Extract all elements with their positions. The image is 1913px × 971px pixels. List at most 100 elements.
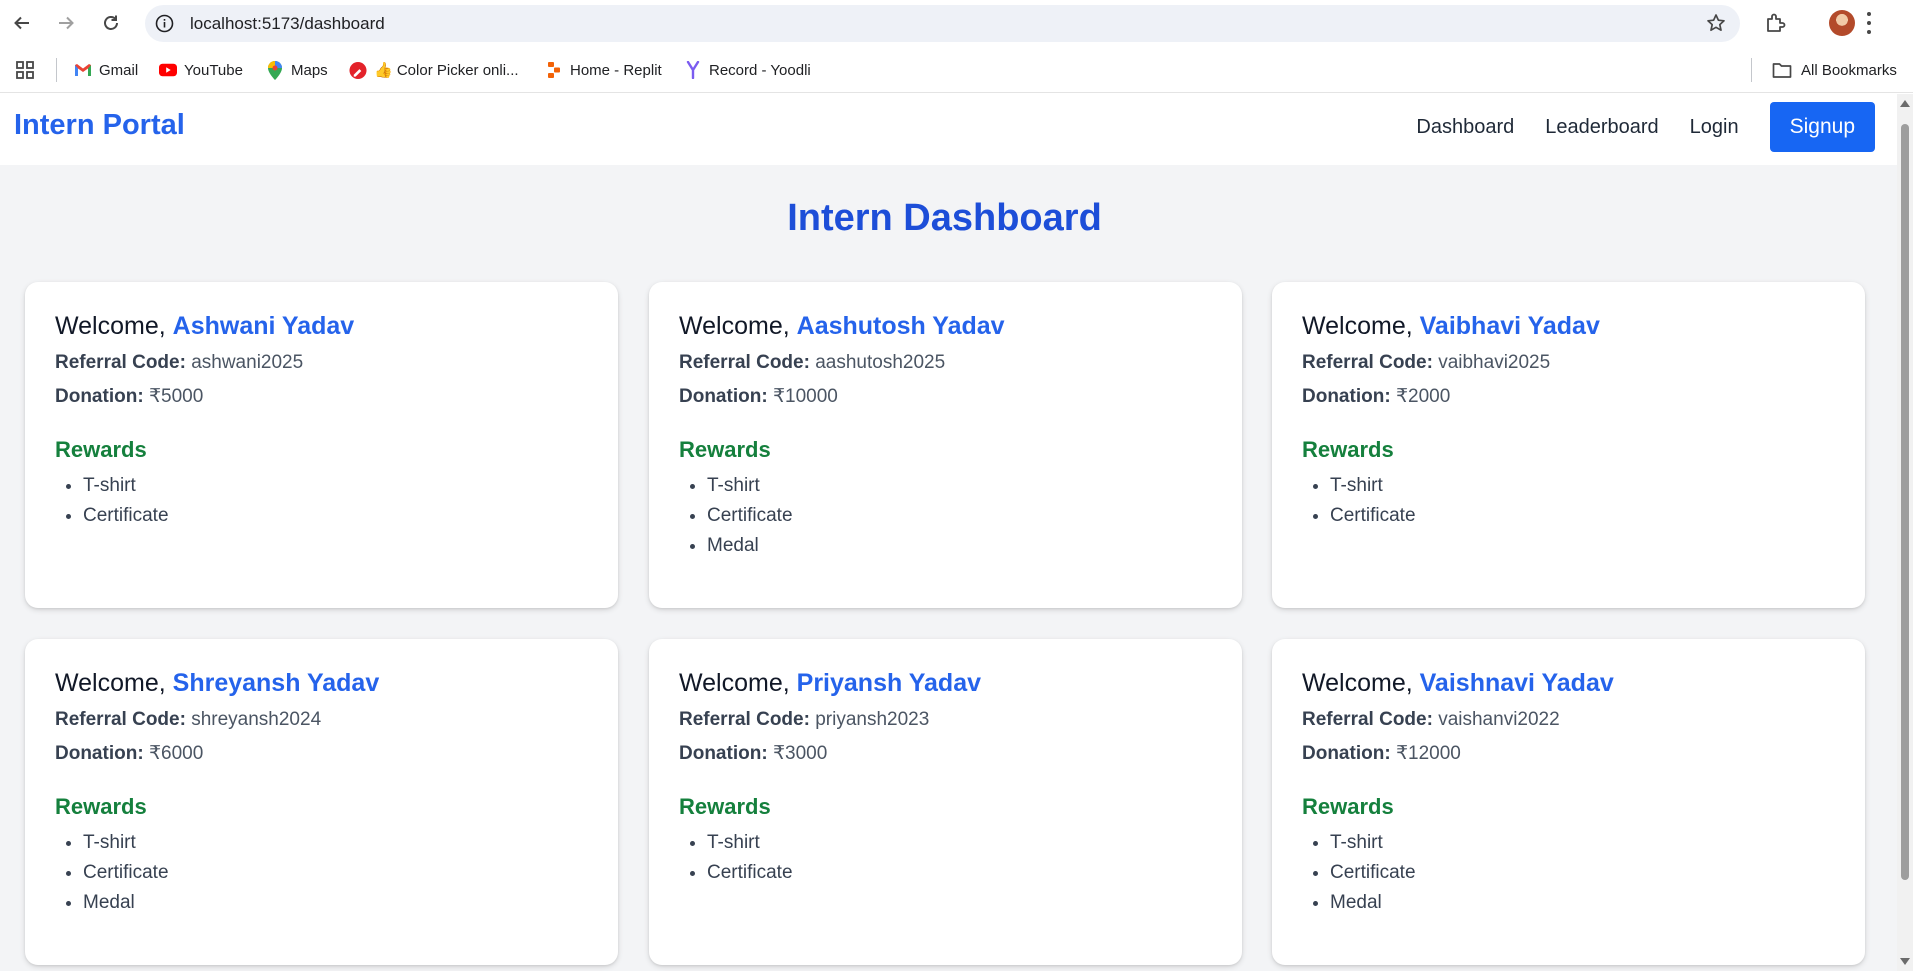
nav-dashboard-link[interactable]: Dashboard [1416, 116, 1514, 139]
reload-button[interactable] [98, 10, 124, 36]
rewards-heading: Rewards [1302, 437, 1394, 462]
nav-leaderboard-link[interactable]: Leaderboard [1545, 116, 1658, 139]
intern-name: Ashwani Yadav [172, 312, 355, 340]
intern-card: Welcome, Aashutosh Yadav Referral Code: … [649, 282, 1242, 608]
intern-card: Welcome, Shreyansh Yadav Referral Code: … [25, 639, 618, 965]
rewards-list: T-shirtCertificateMedal [55, 828, 588, 918]
browser-toolbar: localhost:5173/dashboard [0, 0, 1913, 46]
back-button[interactable] [9, 10, 35, 36]
intern-card: Welcome, Ashwani Yadav Referral Code: as… [25, 282, 618, 608]
donation-amount: ₹6000 [148, 743, 204, 764]
forward-button[interactable] [53, 10, 79, 36]
reward-item: Certificate [1330, 858, 1835, 888]
scroll-down-arrow-icon[interactable] [1900, 958, 1910, 965]
referral-row: Referral Code: shreyansh2024 [55, 709, 588, 731]
welcome-prefix: Welcome, [679, 312, 797, 340]
referral-label: Referral Code: [55, 709, 186, 730]
donation-label: Donation: [55, 743, 144, 764]
reward-item: T-shirt [1330, 828, 1835, 858]
donation-label: Donation: [55, 386, 144, 407]
bookmarks-divider-right [1751, 58, 1752, 82]
youtube-icon [159, 61, 177, 79]
referral-row: Referral Code: aashutosh2025 [679, 352, 1212, 374]
reward-item: T-shirt [83, 828, 588, 858]
donation-row: Donation: ₹10000 [679, 385, 1212, 408]
reload-icon [104, 15, 118, 30]
rewards-heading: Rewards [55, 437, 147, 462]
intern-name: Vaishnavi Yadav [1419, 669, 1614, 697]
referral-label: Referral Code: [1302, 709, 1433, 730]
bookmark-gmail[interactable]: Gmail [74, 58, 138, 82]
reward-item: Medal [707, 531, 1212, 561]
referral-row: Referral Code: priyansh2023 [679, 709, 1212, 731]
reward-item: T-shirt [707, 471, 1212, 501]
reward-item: T-shirt [1330, 471, 1835, 501]
scroll-up-arrow-icon[interactable] [1900, 100, 1910, 107]
bookmark-color-picker[interactable]: 👍 Color Picker onli... [349, 58, 519, 82]
bookmark-star-icon[interactable] [1706, 13, 1726, 33]
welcome-heading: Welcome, Shreyansh Yadav [55, 669, 588, 698]
welcome-heading: Welcome, Priyansh Yadav [679, 669, 1212, 698]
brand-logo[interactable]: Intern Portal [14, 109, 185, 142]
intern-card: Welcome, Vaibhavi Yadav Referral Code: v… [1272, 282, 1865, 608]
rewards-list: T-shirtCertificateMedal [1302, 828, 1835, 918]
browser-menu-icon[interactable] [1866, 12, 1872, 34]
nav-login-link[interactable]: Login [1690, 116, 1739, 139]
intern-card: Welcome, Vaishnavi Yadav Referral Code: … [1272, 639, 1865, 965]
profile-avatar[interactable] [1829, 10, 1855, 36]
referral-row: Referral Code: vaishanvi2022 [1302, 709, 1835, 731]
site-info-icon[interactable] [155, 14, 174, 33]
reward-item: T-shirt [707, 828, 1212, 858]
bookmarks-divider [56, 58, 57, 82]
referral-code: vaishanvi2022 [1438, 709, 1560, 730]
intern-name: Aashutosh Yadav [796, 312, 1005, 340]
bookmark-replit[interactable]: Home - Replit [545, 58, 662, 82]
donation-amount: ₹5000 [148, 386, 204, 407]
donation-label: Donation: [679, 386, 768, 407]
page-title: Intern Dashboard [787, 197, 1102, 239]
reward-item: Certificate [707, 858, 1212, 888]
donation-amount: ₹12000 [1395, 743, 1461, 764]
reward-item: Certificate [83, 858, 588, 888]
intern-name: Shreyansh Yadav [172, 669, 380, 697]
rewards-heading: Rewards [679, 437, 771, 462]
donation-row: Donation: ₹2000 [1302, 385, 1835, 408]
yoodli-icon [684, 61, 702, 79]
donation-amount: ₹2000 [1395, 386, 1451, 407]
bookmark-youtube[interactable]: YouTube [159, 58, 243, 82]
rewards-heading: Rewards [1302, 794, 1394, 819]
page-scrollbar[interactable] [1897, 94, 1913, 971]
welcome-prefix: Welcome, [679, 669, 797, 697]
rewards-list: T-shirtCertificate [1302, 471, 1835, 531]
maps-icon [266, 60, 284, 80]
intern-name: Vaibhavi Yadav [1419, 312, 1600, 340]
forward-arrow-icon [59, 16, 74, 30]
donation-label: Donation: [679, 743, 768, 764]
welcome-heading: Welcome, Aashutosh Yadav [679, 312, 1212, 341]
extensions-icon[interactable] [1764, 11, 1788, 35]
url-text[interactable]: localhost:5173/dashboard [190, 14, 385, 34]
reward-item: Certificate [83, 501, 588, 531]
donation-label: Donation: [1302, 743, 1391, 764]
apps-grid-icon[interactable] [15, 60, 35, 80]
reward-item: Medal [83, 888, 588, 918]
welcome-prefix: Welcome, [55, 312, 173, 340]
bookmark-yoodli[interactable]: Record - Yoodli [684, 58, 811, 82]
address-bar[interactable]: localhost:5173/dashboard [145, 5, 1740, 42]
all-bookmarks-button[interactable]: All Bookmarks [1772, 58, 1897, 82]
referral-code: vaibhavi2025 [1438, 352, 1551, 373]
signup-button[interactable]: Signup [1769, 102, 1875, 152]
reward-item: T-shirt [83, 471, 588, 501]
gmail-icon [74, 61, 92, 79]
bookmark-maps[interactable]: Maps [266, 58, 328, 82]
folder-icon [1772, 62, 1792, 78]
donation-row: Donation: ₹12000 [1302, 742, 1835, 765]
replit-icon [545, 61, 563, 79]
rewards-heading: Rewards [55, 794, 147, 819]
page-viewport: Intern Portal Dashboard Leaderboard Logi… [0, 94, 1897, 971]
referral-row: Referral Code: vaibhavi2025 [1302, 352, 1835, 374]
donation-amount: ₹10000 [772, 386, 838, 407]
scrollbar-thumb[interactable] [1901, 124, 1909, 880]
nav-links: Dashboard Leaderboard Login Signup [1416, 102, 1875, 152]
bookmarks-bar: Gmail YouTube Maps 👍 Color Picker onli..… [0, 46, 1913, 93]
